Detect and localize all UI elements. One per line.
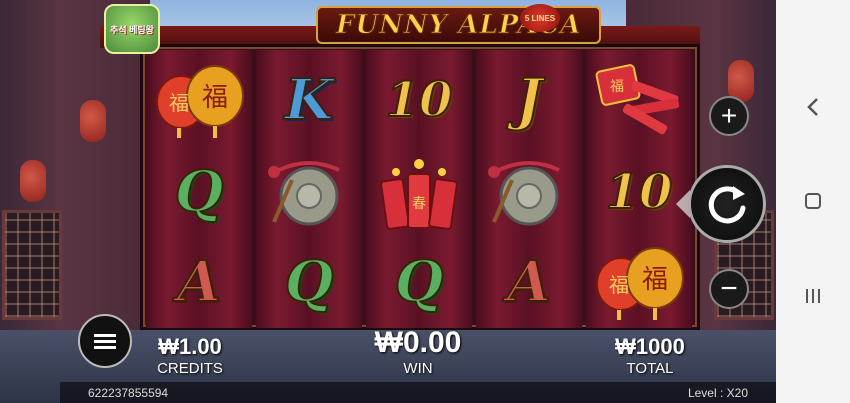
home-icon[interactable] bbox=[798, 186, 828, 216]
back-icon[interactable] bbox=[798, 92, 828, 122]
reel-symbol: Q bbox=[174, 158, 225, 226]
firecrackers-icon: 春 bbox=[366, 146, 472, 238]
reel-symbol: A bbox=[506, 248, 551, 316]
reel-1: 福 福 Q A bbox=[146, 50, 252, 328]
lines-badge: 5 LINES bbox=[520, 4, 560, 32]
svg-text:福: 福 bbox=[642, 265, 668, 295]
event-logo[interactable]: 추석 베팅왕 bbox=[104, 4, 160, 54]
decrease-bet-button[interactable]: − bbox=[709, 269, 749, 309]
reel-symbol: J bbox=[515, 66, 543, 134]
credits-label: CREDITS bbox=[157, 360, 223, 377]
svg-text:福: 福 bbox=[610, 79, 624, 95]
reel-symbol: K bbox=[284, 66, 335, 134]
lantern-fu-icon: 福 福 bbox=[146, 54, 252, 146]
game-title: FUNNY ALPACA bbox=[316, 6, 602, 44]
lantern-fu-icon: 福 福 bbox=[586, 236, 692, 328]
hamburger-icon bbox=[94, 331, 116, 352]
reel-2: K Q bbox=[256, 50, 362, 328]
reel-symbol: Q bbox=[284, 248, 335, 316]
session-id: 622237855594 bbox=[88, 385, 169, 400]
reel-symbol: 10 bbox=[385, 71, 454, 129]
svg-text:福: 福 bbox=[169, 91, 189, 115]
credits-display: ₩1.00 CREDITS bbox=[150, 334, 230, 377]
reel-symbol: A bbox=[176, 248, 221, 316]
svg-text:春: 春 bbox=[412, 196, 426, 212]
game-screen: 福 福 Q A K Q 10 春 Q J A 福 10 福 福 FUNNY AL… bbox=[0, 0, 776, 403]
reel-3: 10 春 Q bbox=[366, 50, 472, 328]
lattice-window-left bbox=[2, 210, 62, 320]
win-amount: ₩0.00 bbox=[374, 326, 462, 359]
total-display: ₩1000 TOTAL bbox=[608, 334, 692, 377]
win-display: ₩0.00 WIN bbox=[368, 326, 468, 377]
firework-bundle-icon: 福 bbox=[586, 54, 692, 146]
gong-icon bbox=[476, 146, 582, 238]
svg-text:福: 福 bbox=[609, 273, 629, 297]
reel-frame: 福 福 Q A K Q 10 春 Q J A 福 10 福 福 bbox=[140, 44, 700, 330]
spin-button[interactable] bbox=[688, 165, 766, 243]
reel-symbol: Q bbox=[394, 248, 445, 316]
reel-5: 福 10 福 福 bbox=[586, 50, 692, 328]
status-bar: 622237855594 Level : X20 bbox=[60, 382, 776, 403]
reel-4: J A bbox=[476, 50, 582, 328]
recents-icon[interactable] bbox=[798, 281, 828, 311]
android-nav-bar bbox=[776, 0, 850, 403]
total-amount: ₩1000 bbox=[615, 334, 685, 359]
svg-text:福: 福 bbox=[202, 83, 228, 113]
background-lantern bbox=[80, 100, 106, 142]
level-indicator: Level : X20 bbox=[687, 385, 748, 400]
refresh-icon bbox=[708, 186, 746, 224]
gong-icon bbox=[256, 146, 362, 238]
credits-amount: ₩1.00 bbox=[158, 334, 222, 359]
menu-button[interactable] bbox=[78, 314, 132, 368]
total-label: TOTAL bbox=[626, 360, 674, 377]
background-lantern bbox=[20, 160, 46, 202]
win-label: WIN bbox=[403, 360, 433, 377]
increase-bet-button[interactable]: + bbox=[709, 96, 749, 136]
